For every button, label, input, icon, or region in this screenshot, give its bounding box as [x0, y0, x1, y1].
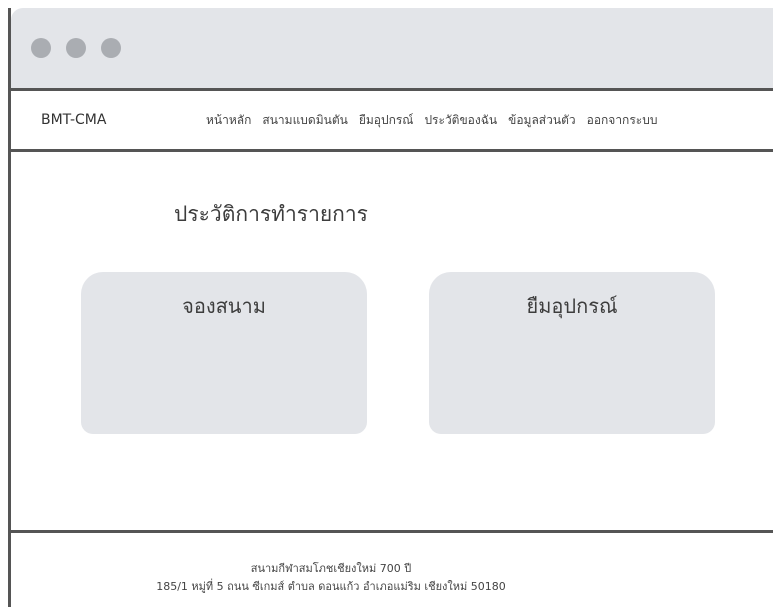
- card-equipment-borrow-title: ยืมอุปกรณ์: [526, 294, 618, 318]
- nav-link-home[interactable]: หน้าหลัก: [206, 111, 251, 130]
- top-navbar: BMT-CMA หน้าหลัก สนามแบดมินตัน ยืมอุปกรณ…: [11, 91, 773, 152]
- window-minimize-dot[interactable]: [66, 38, 86, 58]
- card-equipment-borrow[interactable]: ยืมอุปกรณ์: [429, 272, 715, 434]
- window-maximize-dot[interactable]: [101, 38, 121, 58]
- nav-link-profile[interactable]: ข้อมูลส่วนตัว: [508, 111, 575, 130]
- nav-links: หน้าหลัก สนามแบดมินตัน ยืมอุปกรณ์ ประวัต…: [206, 91, 773, 149]
- footer-address: 185/1 หมู่ที่ 5 ถนน ซีเกมส์ ตำบล ดอนแก้ว…: [156, 580, 506, 593]
- page-title: ประวัติการทำรายการ: [174, 202, 368, 226]
- brand-logo-text[interactable]: BMT-CMA: [41, 91, 106, 149]
- nav-link-logout[interactable]: ออกจากระบบ: [587, 111, 658, 130]
- browser-window: BMT-CMA หน้าหลัก สนามแบดมินตัน ยืมอุปกรณ…: [8, 8, 773, 607]
- page-footer: สนามกีฬาสมโภชเชียงใหม่ 700 ปี 185/1 หมู่…: [11, 530, 773, 607]
- card-court-booking-title: จองสนาม: [182, 294, 266, 318]
- window-titlebar: [11, 8, 773, 91]
- window-close-dot[interactable]: [31, 38, 51, 58]
- footer-venue-name: สนามกีฬาสมโภชเชียงใหม่ 700 ปี: [250, 562, 412, 575]
- card-court-booking[interactable]: จองสนาม: [81, 272, 367, 434]
- nav-link-borrow-equipment[interactable]: ยืมอุปกรณ์: [359, 111, 414, 130]
- nav-link-badminton-courts[interactable]: สนามแบดมินตัน: [262, 111, 347, 130]
- nav-link-my-history[interactable]: ประวัติของฉัน: [424, 111, 497, 130]
- main-content: ประวัติการทำรายการ จองสนาม ยืมอุปกรณ์: [11, 152, 773, 530]
